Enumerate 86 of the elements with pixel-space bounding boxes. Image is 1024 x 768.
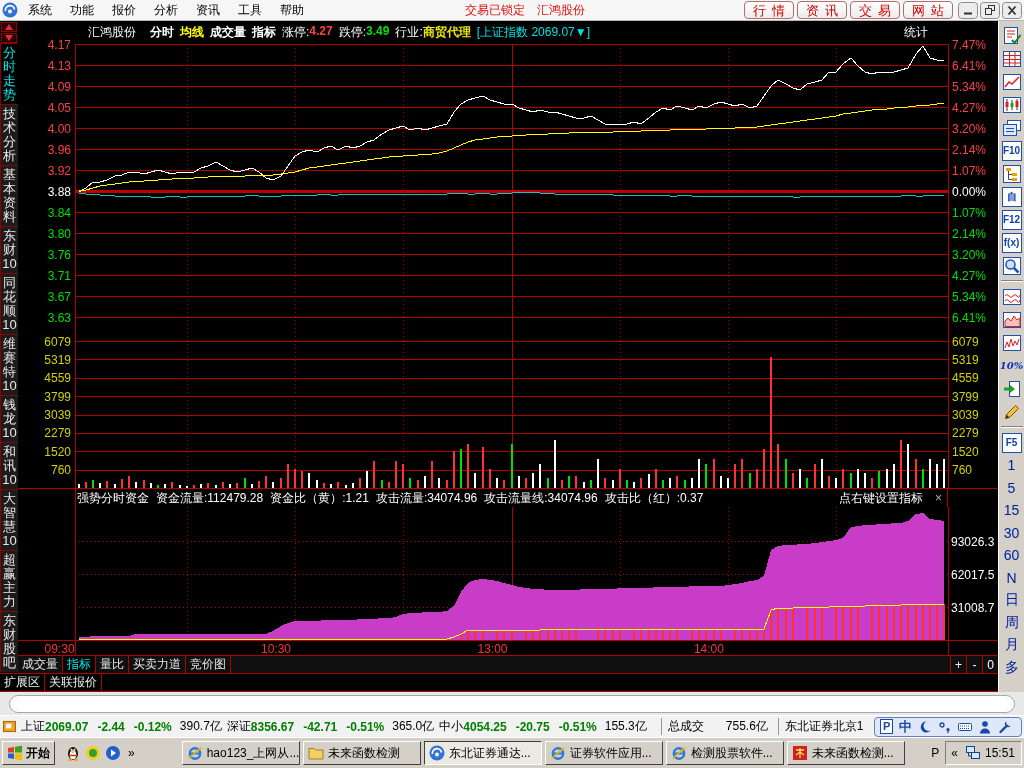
volume-label: 6079 [44,334,71,349]
price-label: 3.76 [47,247,71,262]
status-notice: 交易已锁定 [465,1,525,19]
index-percent: -0.12% [133,719,172,734]
percent-label: 6.41% [952,310,987,325]
price-label: 4.17 [47,37,71,52]
hint-text: 点右键设置指标 [839,489,923,507]
clock: 15:51 [984,746,1015,760]
percent-label: 4.27% [952,100,987,115]
indicator-label: 93026.3 [951,534,995,549]
index-amount: 390.7亿 [179,718,222,735]
time-label: 14:00 [693,641,724,656]
index-name: 深证 [226,718,251,735]
index-name: 上证 [21,718,45,735]
price-label: 4.00 [47,121,71,136]
volume-label: 1520 [952,444,979,459]
percent-label: 4.27% [952,268,987,283]
field-label: 跌停: [338,24,367,41]
volume-label: 4559 [952,371,979,386]
index-amount: 155.3亿 [604,718,647,735]
indicator-title: 强势分时资金 [77,489,149,507]
price-label: 3.92 [47,163,71,178]
indicator-reading: 攻击流量线:34074.96 [484,489,598,507]
percent-label: 3.20% [952,247,987,262]
volume-label: 3799 [44,389,71,404]
total-label: 总成交 [660,718,704,735]
volume-label: 6079 [952,334,979,349]
price-label: 4.05 [47,100,71,115]
field-value: 3.49 [366,24,390,40]
indicator-reading: 资金比（黄）:1.21 [270,489,369,507]
volume-label: 2279 [44,426,71,441]
index-value: 8356.67 [250,719,295,734]
stock-name: 汇鸿股份 [88,24,136,41]
field-label: 涨停: [282,24,310,41]
index-value: 2069.07 [45,719,89,734]
percent-label: 1.07% [952,205,987,220]
index-change: -42.71 [303,719,338,734]
percent-label: 1.07% [952,163,987,178]
price-label: 3.96 [47,142,71,157]
volume-label: 3799 [952,389,979,404]
field-value: 4.27 [309,24,333,40]
index-change: -2.44 [97,719,125,734]
index-percent: -0.51% [346,719,385,734]
percent-label: 2.14% [952,226,987,241]
indicator-reading: 攻击比（红）:0.37 [604,489,704,507]
index-amount: 365.0亿 [392,718,435,735]
field-label: 行业: [395,24,423,41]
price-label: 4.13 [47,58,71,73]
broker-name: 东北证券北京1 [777,718,864,735]
price-label: 3.67 [47,289,71,304]
time-label: 09:30 [44,641,75,656]
percent-label: 7.47% [952,37,987,52]
price-label: 3.80 [47,226,71,241]
indicator-label: 62017.5 [951,567,995,582]
indicator-label: 31008.7 [951,600,995,615]
percent-label: 0.00% [952,184,987,199]
percent-label: 2.14% [952,142,987,157]
indicator-reading: 资金流量:112479.28 [156,489,264,507]
price-label: 3.88 [47,184,71,199]
index-name: 中小 [439,718,464,735]
field-value: 商贸代理 [422,24,471,41]
total-value: 755.6亿 [725,718,768,735]
volume-label: 760 [952,463,973,478]
index-percent: -0.51% [558,719,597,734]
volume-label: 5319 [952,352,979,367]
index-value: 4054.25 [463,719,507,734]
price-label: 4.09 [47,79,71,94]
price-label: 3.71 [47,268,71,283]
volume-label: 5319 [44,352,71,367]
percent-label: 6.41% [952,58,987,73]
percent-label: 3.20% [952,121,987,136]
index-change: -20.75 [515,719,550,734]
volume-label: 3039 [952,408,979,422]
percent-label: 5.34% [952,289,987,304]
percent-label: 5.34% [952,79,987,94]
price-label: 3.84 [47,205,71,220]
volume-label: 4559 [44,371,71,386]
indicator-reading: 攻击流量:34074.96 [375,489,478,507]
volume-label: 3039 [44,408,71,422]
status-notice: 汇鸿股份 [537,1,585,19]
time-label: 10:30 [261,641,292,656]
time-label: 13:00 [477,641,508,656]
price-label: 3.63 [47,310,71,325]
volume-label: 2279 [952,426,979,441]
volume-label: 760 [50,463,71,478]
volume-label: 1520 [44,444,71,459]
